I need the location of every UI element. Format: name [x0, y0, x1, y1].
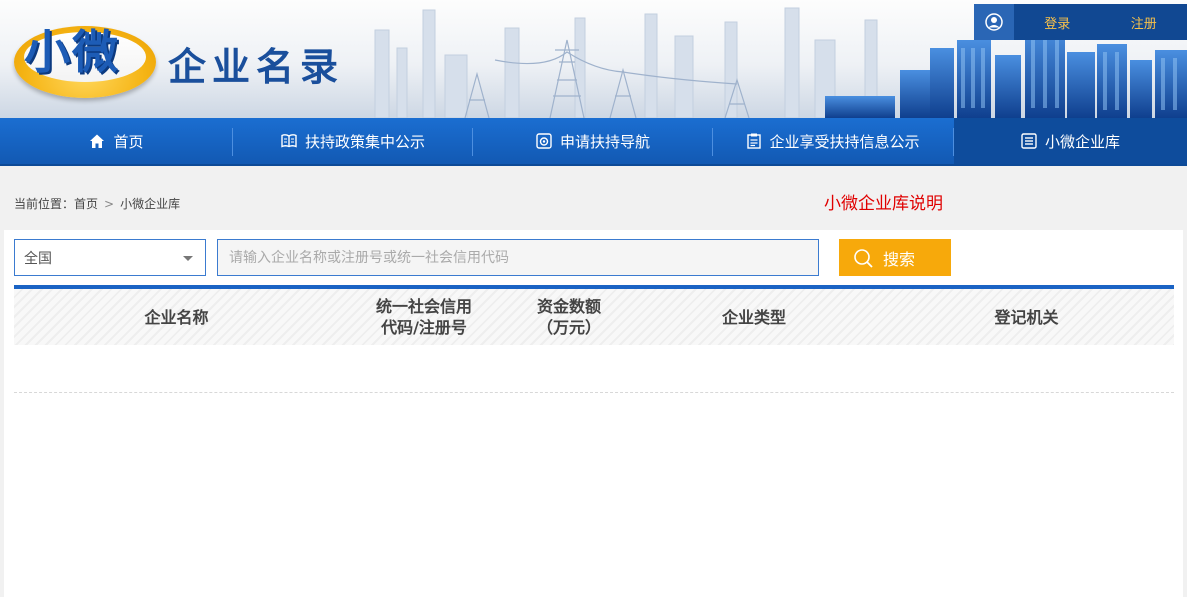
list-icon [1021, 133, 1037, 149]
clipboard-icon [747, 133, 762, 149]
nav-item-label: 小微企业库 [1044, 132, 1120, 151]
home-icon [89, 133, 105, 149]
user-icon[interactable] [974, 4, 1014, 40]
region-select-value: 全国 [24, 250, 52, 267]
header-banner: 小微 企业名录 登录 注册 [0, 0, 1187, 118]
book-icon [281, 134, 297, 148]
logo-main-text: 小微 [24, 25, 120, 79]
column-header-registration-authority[interactable]: 登记机关 [879, 289, 1174, 345]
nav-item-support-info[interactable]: 企业享受扶持信息公示 [713, 118, 954, 164]
breadcrumb: 当前位置： 首页 > 小微企业库 [14, 195, 180, 212]
column-header-line: 资金数额 [536, 297, 601, 316]
region-select[interactable]: 全国 [14, 239, 206, 276]
nav-item-label: 扶持政策集中公示 [304, 132, 425, 151]
nav-item-company-db[interactable]: 小微企业库 [954, 118, 1187, 164]
search-button-label: 搜索 [883, 251, 916, 269]
column-header-line: 登记机关 [994, 307, 1059, 327]
register-link[interactable]: 注册 [1101, 13, 1187, 32]
search-input[interactable] [217, 239, 819, 276]
caret-down-icon [183, 256, 193, 261]
nav-item-label: 申请扶持导航 [559, 132, 650, 151]
search-icon [853, 248, 873, 268]
column-header-company-name[interactable]: 企业名称 [14, 289, 339, 345]
column-header-line: 企业类型 [721, 307, 786, 327]
results-table-header: 企业名称 统一社会信用 代码/注册号 资金数额 （万元） 企业类型 登记机关 [14, 285, 1174, 345]
nav-item-guide[interactable]: 申请扶持导航 [473, 118, 713, 164]
breadcrumb-prefix: 当前位置： [14, 197, 75, 211]
nav-item-home[interactable]: 首页 [0, 118, 233, 164]
column-header-credit-code[interactable]: 统一社会信用 代码/注册号 [339, 289, 509, 345]
site-logo[interactable]: 小微 企业名录 [10, 14, 355, 104]
chevron-right-icon: > [104, 196, 115, 211]
column-header-line: （万元） [536, 318, 601, 337]
empty-results-divider [14, 392, 1174, 393]
camera-icon [536, 133, 552, 149]
main-nav: 首页 扶持政策集中公示 申请扶持导航 企业享受扶持信息公示 小微企业库 [0, 118, 1187, 166]
breadcrumb-current: 小微企业库 [120, 197, 181, 211]
nav-item-policy[interactable]: 扶持政策集中公示 [233, 118, 473, 164]
logo-sub-text: 企业名录 [168, 45, 345, 89]
auth-bar: 登录 注册 [974, 4, 1187, 40]
column-header-line: 统一社会信用 [375, 297, 472, 316]
login-link[interactable]: 登录 [1014, 13, 1101, 32]
column-header-company-type[interactable]: 企业类型 [629, 289, 879, 345]
column-header-line: 代码/注册号 [381, 318, 467, 337]
nav-item-label: 企业享受扶持信息公示 [769, 132, 920, 151]
column-header-line: 企业名称 [144, 307, 209, 327]
breadcrumb-home[interactable]: 首页 [74, 195, 98, 212]
company-db-info-link[interactable]: 小微企业库说明 [824, 189, 943, 214]
column-header-capital[interactable]: 资金数额 （万元） [509, 289, 629, 345]
search-button[interactable]: 搜索 [839, 239, 951, 276]
nav-item-label: 首页 [113, 132, 144, 151]
